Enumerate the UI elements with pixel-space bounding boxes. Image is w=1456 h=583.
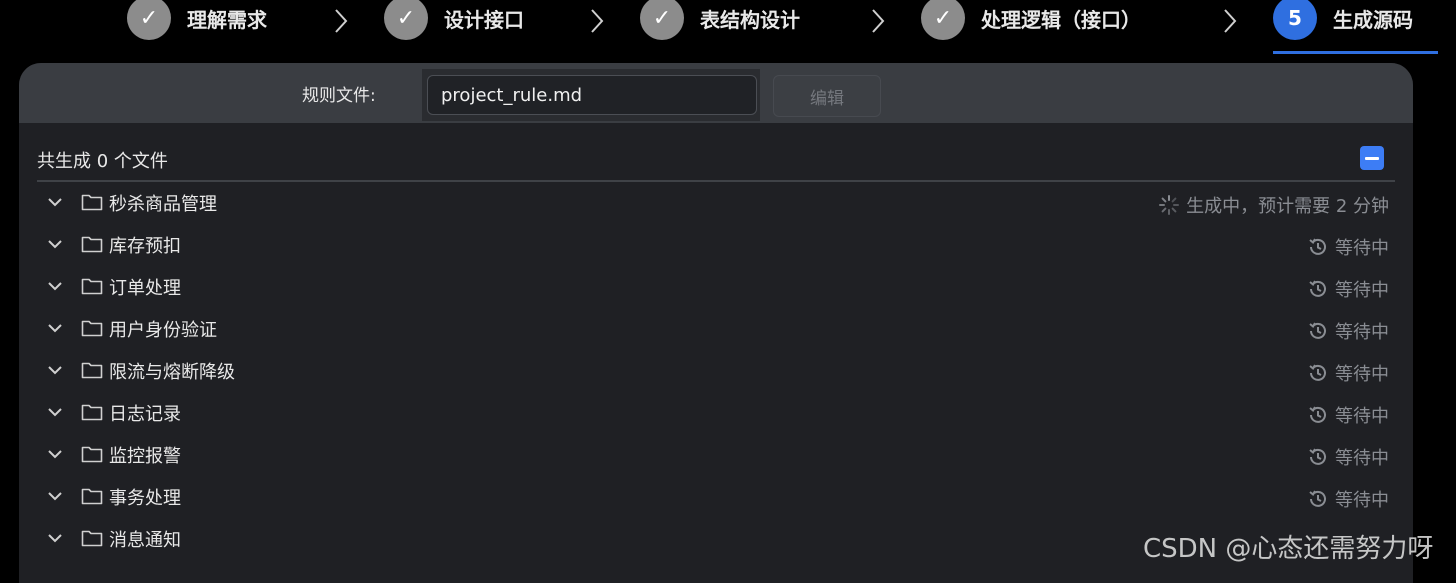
history-icon bbox=[1307, 320, 1329, 342]
module-name: 库存预扣 bbox=[109, 236, 181, 257]
check-icon: ✓ bbox=[384, 0, 428, 40]
module-row[interactable]: 监控报警 等待中 bbox=[37, 434, 1395, 476]
module-row[interactable]: 订单处理 等待中 bbox=[37, 266, 1395, 308]
folder-icon bbox=[81, 276, 103, 296]
history-icon bbox=[1307, 362, 1329, 384]
rule-file-input[interactable] bbox=[427, 75, 757, 115]
module-status: 等待中 bbox=[1307, 444, 1389, 470]
status-text: 生成中，预计需要 2 分钟 bbox=[1186, 196, 1389, 217]
chevron-right-icon bbox=[590, 8, 604, 33]
collapse-all-button[interactable] bbox=[1360, 146, 1384, 170]
folder-icon bbox=[81, 528, 103, 548]
module-status: 等待中 bbox=[1307, 360, 1389, 386]
chevron-down-icon[interactable] bbox=[47, 194, 63, 210]
folder-icon bbox=[81, 318, 103, 338]
folder-icon bbox=[81, 360, 103, 380]
active-step-underline bbox=[1273, 51, 1438, 54]
module-row[interactable]: 秒杀商品管理 生成中，预计需要 2 分钟 bbox=[37, 182, 1395, 224]
chevron-down-icon[interactable] bbox=[47, 362, 63, 378]
module-row[interactable]: 用户身份验证 等待中 bbox=[37, 308, 1395, 350]
status-text: 等待中 bbox=[1335, 238, 1389, 259]
chevron-right-icon bbox=[1223, 8, 1237, 33]
rule-file-label: 规则文件: bbox=[302, 86, 376, 106]
status-text: 等待中 bbox=[1335, 490, 1389, 511]
chevron-right-icon bbox=[334, 8, 348, 33]
module-name: 监控报警 bbox=[109, 446, 181, 467]
module-name: 日志记录 bbox=[109, 404, 181, 425]
history-icon bbox=[1307, 236, 1329, 258]
history-icon bbox=[1307, 446, 1329, 468]
chevron-right-icon bbox=[871, 8, 885, 33]
module-name: 事务处理 bbox=[109, 488, 181, 509]
generated-files-summary: 共生成 0 个文件 bbox=[37, 151, 168, 172]
chevron-down-icon[interactable] bbox=[47, 278, 63, 294]
folder-icon bbox=[81, 192, 103, 212]
progress-stepper: ✓ 理解需求 ✓ 设计接口 ✓ 表结构设计 ✓ 处理逻辑（接口） 5 生成源码 bbox=[0, 0, 1456, 60]
check-icon: ✓ bbox=[921, 0, 965, 40]
step-label: 理解需求 bbox=[187, 7, 267, 32]
module-row[interactable]: 事务处理 等待中 bbox=[37, 476, 1395, 518]
loading-spinner-icon bbox=[1158, 194, 1180, 216]
module-status: 等待中 bbox=[1307, 486, 1389, 512]
module-name: 消息通知 bbox=[109, 530, 181, 551]
watermark: CSDN @心态还需努力呀 bbox=[1143, 534, 1434, 564]
status-text: 等待中 bbox=[1335, 322, 1389, 343]
module-row[interactable]: 库存预扣 等待中 bbox=[37, 224, 1395, 266]
status-text: 等待中 bbox=[1335, 280, 1389, 301]
module-row[interactable]: 限流与熔断降级 等待中 bbox=[37, 350, 1395, 392]
history-icon bbox=[1307, 404, 1329, 426]
status-text: 等待中 bbox=[1335, 364, 1389, 385]
folder-icon bbox=[81, 486, 103, 506]
module-name: 用户身份验证 bbox=[109, 320, 217, 341]
chevron-down-icon[interactable] bbox=[47, 404, 63, 420]
rule-file-bar: 规则文件: 编辑 bbox=[19, 63, 1413, 123]
module-row[interactable]: 日志记录 等待中 bbox=[37, 392, 1395, 434]
step-table-design[interactable]: ✓ 表结构设计 bbox=[640, 0, 800, 40]
history-icon bbox=[1307, 278, 1329, 300]
step-label: 设计接口 bbox=[444, 7, 524, 32]
check-icon: ✓ bbox=[640, 0, 684, 40]
step-design-interface[interactable]: ✓ 设计接口 bbox=[384, 0, 524, 40]
step-label: 表结构设计 bbox=[700, 7, 800, 32]
check-icon: ✓ bbox=[127, 0, 171, 40]
chevron-down-icon[interactable] bbox=[47, 530, 63, 546]
step-label: 处理逻辑（接口） bbox=[981, 7, 1141, 32]
generate-source-panel: 规则文件: 编辑 共生成 0 个文件 秒杀商品管理 生成 bbox=[19, 63, 1413, 583]
module-status: 等待中 bbox=[1307, 402, 1389, 428]
step-label: 生成源码 bbox=[1333, 7, 1413, 32]
module-status: 等待中 bbox=[1307, 276, 1389, 302]
status-text: 等待中 bbox=[1335, 448, 1389, 469]
folder-icon bbox=[81, 402, 103, 422]
step-understand-requirements[interactable]: ✓ 理解需求 bbox=[127, 0, 267, 40]
minus-icon bbox=[1365, 156, 1379, 160]
module-status: 等待中 bbox=[1307, 318, 1389, 344]
chevron-down-icon[interactable] bbox=[47, 488, 63, 504]
folder-icon bbox=[81, 234, 103, 254]
module-name: 秒杀商品管理 bbox=[109, 194, 217, 215]
history-icon bbox=[1307, 488, 1329, 510]
module-name: 订单处理 bbox=[109, 278, 181, 299]
module-status: 生成中，预计需要 2 分钟 bbox=[1158, 192, 1389, 218]
chevron-down-icon[interactable] bbox=[47, 320, 63, 336]
folder-icon bbox=[81, 444, 103, 464]
step-number-badge: 5 bbox=[1273, 0, 1317, 40]
chevron-down-icon[interactable] bbox=[47, 236, 63, 252]
chevron-down-icon[interactable] bbox=[47, 446, 63, 462]
step-processing-logic[interactable]: ✓ 处理逻辑（接口） bbox=[921, 0, 1141, 40]
module-name: 限流与熔断降级 bbox=[109, 362, 235, 383]
edit-button[interactable]: 编辑 bbox=[773, 75, 881, 117]
module-status: 等待中 bbox=[1307, 234, 1389, 260]
status-text: 等待中 bbox=[1335, 406, 1389, 427]
step-generate-source[interactable]: 5 生成源码 bbox=[1273, 0, 1413, 40]
